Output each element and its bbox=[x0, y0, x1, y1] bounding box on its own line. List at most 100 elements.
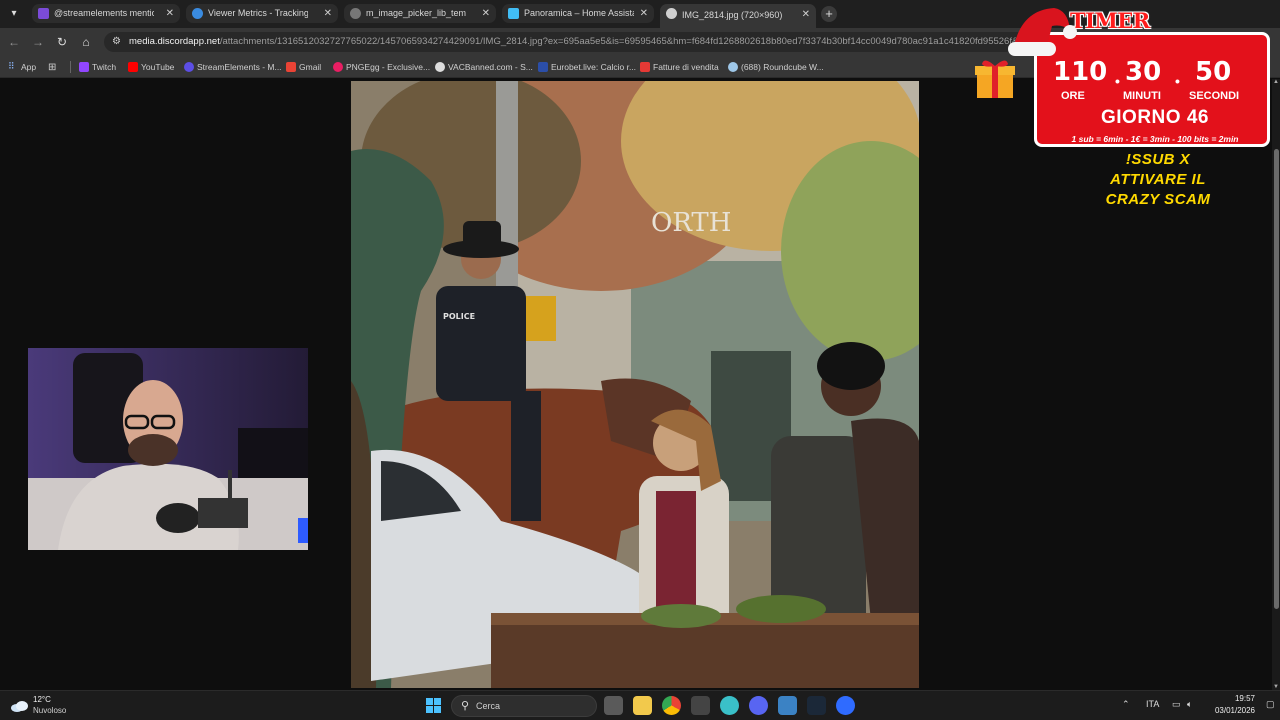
close-icon[interactable]: ✕ bbox=[640, 4, 648, 23]
task-view-icon[interactable] bbox=[604, 696, 623, 715]
bookmark-vacbanned[interactable]: VACBanned.com - S... bbox=[435, 56, 533, 78]
sub-note-line: !SSUB X bbox=[1125, 151, 1191, 168]
bookmark-pngegg[interactable]: PNGEgg - Exclusive... bbox=[333, 56, 430, 78]
street-photo[interactable]: ORTH POLICE bbox=[351, 81, 919, 688]
bookmark-label: (688) Roundcube W... bbox=[741, 62, 824, 72]
bookmark-separator bbox=[70, 61, 71, 73]
windows-start-icon[interactable] bbox=[424, 696, 443, 715]
weather-condition: Nuvoloso bbox=[33, 706, 67, 715]
bookmark-label: Gmail bbox=[299, 62, 322, 72]
close-icon[interactable]: ✕ bbox=[482, 4, 490, 23]
cloud-icon bbox=[11, 701, 28, 712]
timer-rates: 1 sub = 6min - 1€ = 3min - 100 bits = 2m… bbox=[1071, 134, 1239, 144]
browser-globe-icon[interactable] bbox=[720, 696, 739, 715]
sub-note-line: ATTIVARE IL bbox=[1110, 171, 1206, 188]
youtube-icon bbox=[128, 62, 138, 72]
bookmark-label: Eurobet.live: Calcio r... bbox=[551, 62, 637, 72]
tab-img-2814[interactable]: IMG_2814.jpg (720×960) ✕ bbox=[660, 4, 816, 28]
tab-search-chevron-icon[interactable]: ▾ bbox=[4, 4, 24, 24]
tab-home-assistant[interactable]: Panoramica – Home Assistant ✕ bbox=[502, 4, 654, 23]
search-icon: ⚲ bbox=[461, 700, 470, 712]
globe-icon bbox=[350, 8, 361, 19]
volume-icon[interactable]: 🔈︎ bbox=[1187, 699, 1192, 710]
new-tab-button[interactable]: + bbox=[821, 6, 837, 22]
url-path: /attachments/1316512032727765022/1457065… bbox=[219, 36, 1029, 47]
sub-note: !SSUB X ATTIVARE IL CRAZY SCAM bbox=[1068, 150, 1248, 210]
bookmark-label: Twitch bbox=[92, 62, 117, 72]
bookmark-eurobet[interactable]: Eurobet.live: Calcio r... bbox=[538, 56, 636, 78]
timer-minutes: 30 bbox=[1125, 57, 1162, 87]
timer-seconds: 50 bbox=[1195, 57, 1232, 87]
tab-viewer-metrics[interactable]: Viewer Metrics - Tracking ✕ bbox=[186, 4, 338, 23]
timer-day: GIORNO 46 bbox=[1101, 107, 1209, 128]
building-sign: ORTH bbox=[651, 208, 731, 238]
bookmark-roundcube[interactable]: (688) Roundcube W... bbox=[728, 56, 824, 78]
file-explorer-icon[interactable] bbox=[633, 696, 652, 715]
discord-icon[interactable] bbox=[749, 696, 768, 715]
taskbar-clock[interactable]: 19:57 03/01/2026 bbox=[1205, 693, 1255, 717]
steam-icon[interactable] bbox=[807, 696, 826, 715]
bookmark-label: VACBanned.com - S... bbox=[448, 62, 533, 72]
bookmark-fatture[interactable]: Fatture di vendita bbox=[640, 56, 719, 78]
timer-seconds-label: SECONDI bbox=[1189, 90, 1240, 102]
taskbar-search[interactable]: ⚲ Cerca bbox=[451, 695, 597, 717]
windows-taskbar: 12°C Nuvoloso ⚲ Cerca ⌃ ITA ▭ 🔈︎ ▢ 19:57… bbox=[0, 690, 1280, 720]
close-icon[interactable]: ✕ bbox=[166, 4, 174, 23]
twitch-icon bbox=[38, 8, 49, 19]
tab-title: m_image_picker_lib_temp_3c5 bbox=[366, 8, 466, 18]
bookmark-streamelements[interactable]: StreamElements - M... bbox=[184, 56, 282, 78]
timer-separator: • bbox=[1175, 73, 1180, 89]
tab-image-picker[interactable]: m_image_picker_lib_temp_3c5 ✕ bbox=[344, 4, 496, 23]
tab-title: @streamelements mention bbox=[54, 8, 154, 18]
police-patch: POLICE bbox=[443, 312, 475, 321]
tray-chevron-up-icon[interactable]: ⌃ bbox=[1122, 699, 1130, 710]
tab-title: IMG_2814.jpg (720×960) bbox=[682, 10, 783, 20]
app-triangle-icon[interactable] bbox=[778, 696, 797, 715]
language-indicator[interactable]: ITA bbox=[1146, 699, 1159, 709]
clock-date: 03/01/2026 bbox=[1214, 706, 1255, 715]
close-icon[interactable]: ✕ bbox=[802, 4, 810, 26]
sub-note-line: CRAZY SCAM bbox=[1105, 191, 1211, 208]
bookmark-label: App bbox=[21, 62, 37, 72]
webcam-overlay bbox=[28, 348, 308, 550]
back-arrow-icon[interactable]: ← bbox=[6, 34, 22, 50]
tab-streamelements[interactable]: @streamelements mention ✕ bbox=[32, 4, 180, 23]
twitch-icon bbox=[79, 62, 89, 72]
fatture-icon bbox=[640, 62, 650, 72]
home-icon[interactable]: ⌂ bbox=[78, 34, 94, 50]
tab-title: Viewer Metrics - Tracking bbox=[208, 8, 308, 18]
bookmark-label: YouTube bbox=[141, 62, 175, 72]
bookmark-label: Fatture di vendita bbox=[653, 62, 719, 72]
notification-bell-icon[interactable]: ▢ bbox=[1266, 699, 1275, 710]
chrome-icon[interactable] bbox=[662, 696, 681, 715]
bookmark-apps[interactable]: ⠿ App bbox=[8, 56, 36, 78]
pngegg-icon bbox=[333, 62, 343, 72]
eye-icon bbox=[192, 8, 203, 19]
site-info-icon[interactable]: ⚙ bbox=[112, 36, 124, 48]
timer-hours: 110 bbox=[1053, 57, 1108, 87]
home-assistant-icon bbox=[508, 8, 519, 19]
bookmark-twitch[interactable]: Twitch bbox=[79, 56, 116, 78]
apps-grid-button[interactable]: ⊞ bbox=[48, 56, 56, 78]
weather-temp: 12°C bbox=[33, 695, 51, 704]
bookmark-gmail[interactable]: Gmail bbox=[286, 56, 321, 78]
url-host: media.discordapp.net bbox=[129, 36, 220, 47]
timer-separator: • bbox=[1115, 73, 1120, 89]
image-icon bbox=[666, 8, 677, 19]
bookmark-youtube[interactable]: YouTube bbox=[128, 56, 174, 78]
address-bar[interactable]: ⚙ media.discordapp.net/attachments/13165… bbox=[104, 32, 1034, 52]
forward-arrow-icon[interactable]: → bbox=[30, 34, 46, 50]
gift-icon bbox=[975, 60, 1015, 98]
gmail-icon bbox=[286, 62, 296, 72]
eurobet-icon bbox=[538, 62, 548, 72]
close-icon[interactable]: ✕ bbox=[324, 4, 332, 23]
network-icon[interactable]: ▭ bbox=[1172, 699, 1181, 710]
timer-minutes-label: MINUTI bbox=[1123, 90, 1161, 102]
roundcube-icon bbox=[728, 62, 738, 72]
weather-widget[interactable]: 12°C Nuvoloso bbox=[10, 694, 130, 718]
app-icon[interactable] bbox=[691, 696, 710, 715]
app-arc-icon[interactable] bbox=[836, 696, 855, 715]
reload-icon[interactable]: ↻ bbox=[54, 34, 70, 50]
search-placeholder: Cerca bbox=[476, 701, 501, 711]
tab-title: Panoramica – Home Assistant bbox=[524, 8, 634, 18]
